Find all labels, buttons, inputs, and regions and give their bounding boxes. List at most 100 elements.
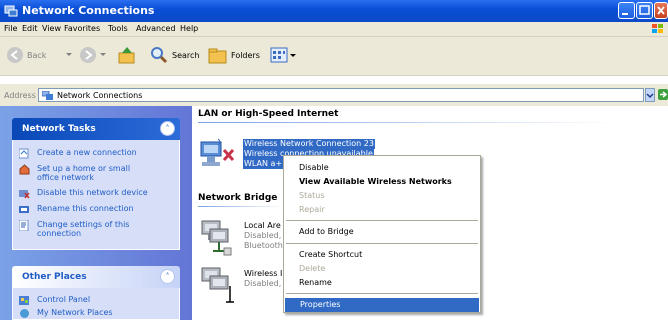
go-arrow-icon — [658, 89, 668, 100]
menu-edit[interactable]: Edit — [22, 24, 38, 33]
network-adapter-icon — [201, 267, 234, 303]
local-area-connection-device: Bluetooth — [244, 241, 283, 250]
address-field[interactable]: Network Connections — [38, 88, 644, 102]
wireless-adapter-icon — [200, 138, 235, 166]
context-menu: Disable View Available Wireless Networks… — [283, 155, 481, 313]
wireless-connection-2-name[interactable]: Wireless I — [244, 269, 282, 279]
ctx-create-shortcut[interactable]: Create Shortcut — [284, 248, 480, 262]
menu-tools[interactable]: Tools — [108, 24, 128, 33]
task-label: Set up a home or small office network — [37, 164, 131, 182]
menu-favorites[interactable]: Favorites — [64, 24, 100, 33]
views-icon — [270, 47, 296, 63]
ctx-separator — [286, 243, 478, 244]
ctx-label: Rename — [299, 278, 332, 287]
window-title: Network Connections — [22, 4, 155, 17]
menu-view[interactable]: View — [42, 24, 61, 33]
ctx-disable[interactable]: Disable — [284, 161, 480, 175]
menu-advanced[interactable]: Advanced — [136, 24, 176, 33]
local-area-connection-status: Disabled, — [244, 231, 282, 240]
ctx-label: Repair — [299, 205, 325, 214]
wireless-connection-item[interactable] — [198, 136, 238, 172]
ctx-label: View Available Wireless Networks — [299, 177, 452, 186]
settings-icon — [19, 220, 29, 231]
ctx-label: Disable — [299, 163, 329, 172]
maximize-button[interactable] — [636, 2, 653, 19]
minimize-button[interactable] — [618, 2, 635, 19]
ctx-label: Add to Bridge — [299, 227, 354, 236]
double-chevron-up-icon: ˄ — [165, 124, 170, 133]
maximize-icon — [639, 5, 650, 15]
chevron-down-icon — [100, 53, 106, 56]
ctx-delete: Delete — [284, 262, 480, 276]
address-value: Network Connections — [57, 91, 143, 100]
control-panel-icon — [19, 296, 29, 305]
ctx-repair: Repair — [284, 203, 480, 217]
group-divider — [198, 122, 618, 123]
ctx-label: Properties — [300, 300, 341, 309]
ctx-properties[interactable]: Properties — [285, 298, 479, 312]
network-places-icon — [20, 309, 29, 318]
group-header-lan: LAN or High-Speed Internet — [198, 109, 339, 119]
collapse-network-tasks-button[interactable]: ˄ — [160, 121, 175, 136]
address-dropdown-button[interactable] — [645, 88, 655, 102]
wireless-connection-device: WLAN a+ — [243, 159, 284, 169]
task-label: Rename this connection — [37, 204, 134, 213]
address-label: Address — [4, 91, 36, 100]
wireless-connection-name[interactable]: Wireless Network Connection 23 — [243, 139, 375, 149]
task-pane: Network Tasks ˄ Create a new connection … — [0, 106, 192, 320]
forward-button[interactable] — [79, 46, 97, 64]
ctx-label: Create Shortcut — [299, 250, 363, 259]
network-connections-icon — [4, 5, 18, 17]
other-places-header[interactable]: Other Places ˄ — [12, 266, 180, 288]
group-header-bridge: Network Bridge — [198, 193, 278, 203]
ctx-rename[interactable]: Rename — [284, 276, 480, 290]
menu-bar: File Edit View Favorites Tools Advanced … — [0, 22, 668, 37]
folders-label: Folders — [231, 51, 260, 60]
home-network-icon — [19, 164, 30, 175]
network-connections-icon — [42, 91, 53, 100]
rename-icon — [19, 206, 29, 213]
task-label: My Network Places — [37, 308, 113, 317]
chevron-down-icon — [66, 53, 72, 56]
group-divider — [198, 206, 283, 207]
network-tasks-header[interactable]: Network Tasks ˄ — [12, 118, 180, 140]
task-label: Disable this network device — [37, 188, 148, 197]
ctx-add-to-bridge[interactable]: Add to Bridge — [284, 225, 480, 239]
minimize-icon — [622, 13, 628, 15]
task-label: Control Panel — [37, 295, 91, 304]
menu-file[interactable]: File — [4, 24, 17, 33]
folders-button[interactable]: Folders — [208, 46, 260, 67]
task-label: Create a new connection — [37, 148, 137, 157]
close-icon — [657, 6, 665, 15]
task-label: Change settings of this connection — [37, 220, 130, 238]
back-button[interactable]: Back — [6, 46, 46, 67]
windows-logo-icon — [652, 24, 663, 33]
local-area-connection-name[interactable]: Local Are — [244, 221, 281, 231]
double-chevron-up-icon: ˄ — [165, 272, 170, 281]
views-button[interactable] — [270, 46, 296, 67]
ctx-label: Delete — [299, 264, 326, 273]
ctx-view-wireless-networks[interactable]: View Available Wireless Networks — [284, 175, 480, 189]
new-connection-icon — [19, 148, 29, 159]
network-tasks-list: Create a new connection Set up a home or… — [12, 140, 180, 250]
other-places-title: Other Places — [22, 272, 87, 282]
up-folder-button[interactable] — [118, 45, 136, 65]
search-icon — [151, 47, 168, 64]
network-adapter-icon — [201, 220, 232, 256]
other-places-list: Control Panel My Network Places — [12, 288, 180, 320]
local-area-connection-item[interactable] — [198, 215, 240, 259]
back-label: Back — [27, 51, 47, 60]
search-button[interactable]: Search — [150, 46, 199, 67]
collapse-other-places-button[interactable]: ˄ — [160, 269, 175, 284]
chevron-down-icon — [646, 93, 654, 99]
ctx-status: Status — [284, 189, 480, 203]
wireless-connection-2-status: Disabled, — [244, 279, 282, 288]
wireless-connection-2-item[interactable] — [198, 264, 240, 310]
go-button[interactable] — [658, 88, 668, 102]
search-label: Search — [172, 51, 200, 60]
close-button[interactable] — [654, 2, 668, 19]
title-bar[interactable]: Network Connections — [0, 0, 668, 22]
ctx-separator — [286, 220, 478, 221]
menu-help[interactable]: Help — [180, 24, 198, 33]
network-tasks-title: Network Tasks — [22, 124, 96, 134]
